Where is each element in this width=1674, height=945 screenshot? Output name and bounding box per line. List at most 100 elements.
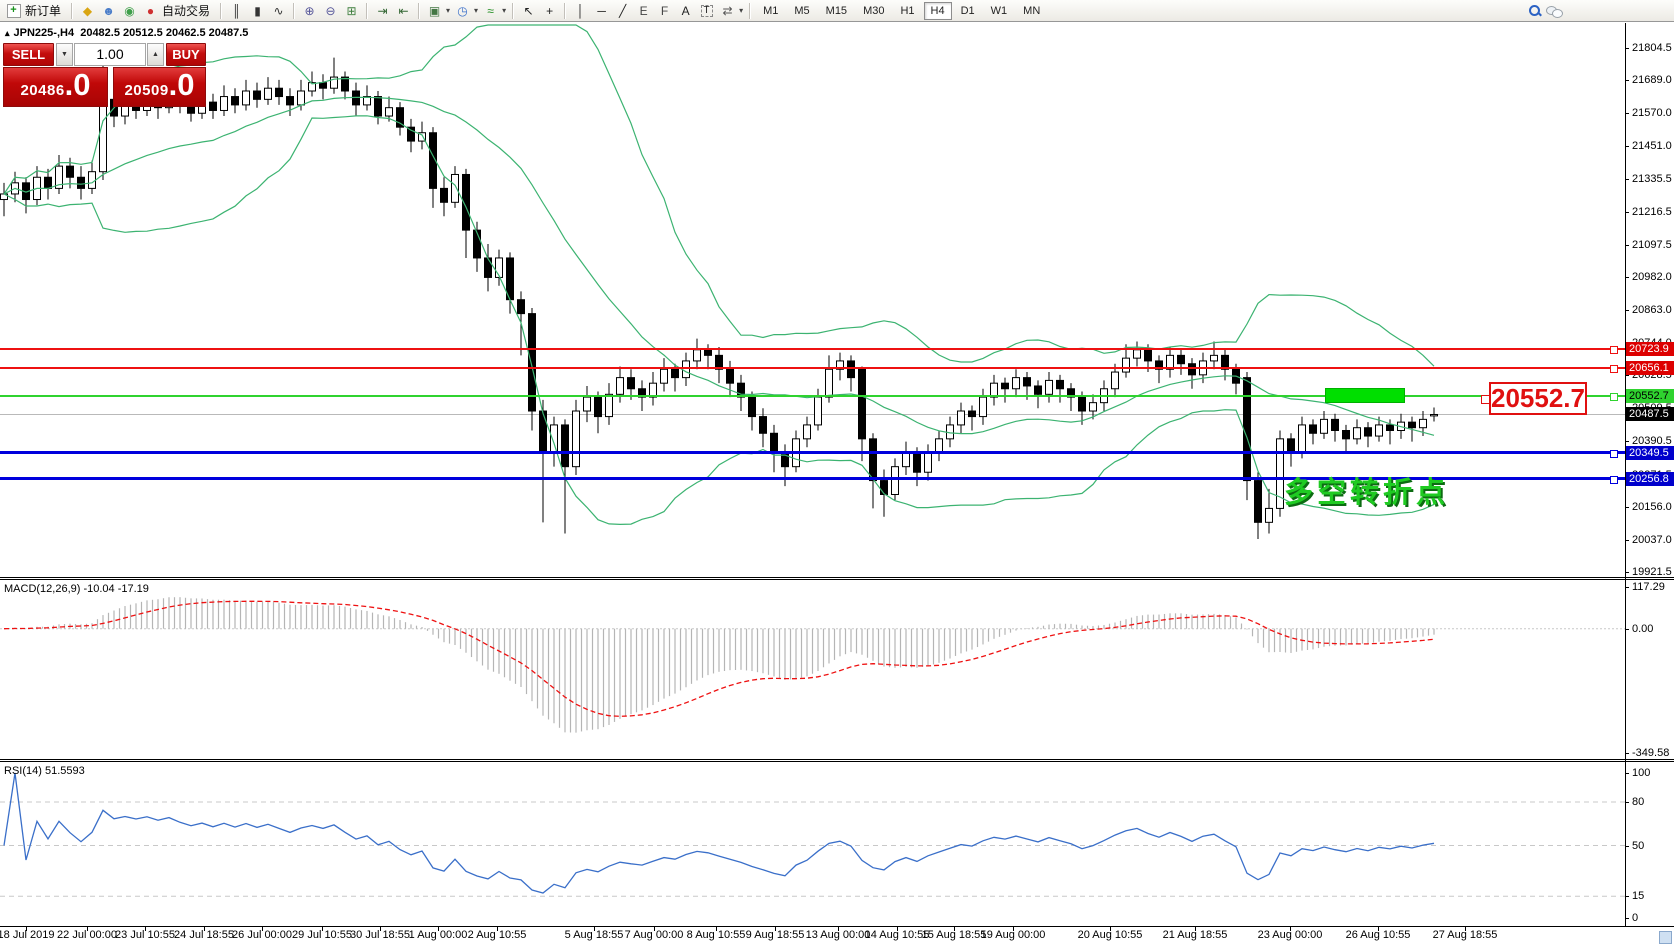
timeframe-button-m5[interactable]: M5: [787, 2, 816, 20]
line-handle[interactable]: [1610, 393, 1618, 401]
collapse-chart-icon[interactable]: ▴: [5, 28, 10, 38]
autotrading-button[interactable]: ●: [140, 1, 161, 21]
turning-point-annotation[interactable]: 多空转折点: [1284, 469, 1449, 511]
autotrading-button-label[interactable]: 自动交易: [162, 2, 210, 19]
trendline-button[interactable]: ╱: [612, 1, 633, 21]
toolbar-separator: [293, 3, 295, 19]
pane-separator[interactable]: [0, 577, 1674, 578]
text-button[interactable]: A: [675, 1, 696, 21]
auto-scroll-button[interactable]: ⇥: [372, 1, 393, 21]
indicators-button[interactable]: ≈: [480, 1, 501, 21]
search-button[interactable]: [1526, 2, 1544, 20]
volume-input[interactable]: 1.00: [74, 43, 146, 66]
price-axis-tick-label: 21804.5: [1632, 42, 1672, 54]
time-axis-border: [0, 926, 1674, 927]
toolbar-separator: [366, 3, 368, 19]
dropdown-caret-icon[interactable]: ▾: [474, 6, 478, 15]
volume-increase-button[interactable]: ▲: [147, 43, 164, 66]
timeframe-button-h4[interactable]: H4: [924, 2, 952, 20]
corner-badge: [1659, 931, 1672, 944]
line-handle[interactable]: [1610, 476, 1618, 484]
pane-separator[interactable]: [0, 759, 1674, 760]
price-line-label: 20723.9: [1626, 342, 1674, 356]
rsi-axis-tick-label: 15: [1632, 890, 1644, 902]
timeframe-button-mn[interactable]: MN: [1016, 2, 1047, 20]
equidistant-channel-button[interactable]: E: [633, 1, 654, 21]
crosshair-button[interactable]: +: [539, 1, 560, 21]
sell-price-display[interactable]: 20486.0: [3, 67, 108, 107]
price-axis-tick: [1625, 179, 1629, 180]
rsi-pane-canvas[interactable]: [0, 762, 1625, 925]
time-axis-label: 14 Aug 10:55: [865, 929, 930, 941]
timeframe-button-d1[interactable]: D1: [954, 2, 982, 20]
timeframe-button-w1[interactable]: W1: [984, 2, 1015, 20]
time-axis-label: 15 Aug 18:55: [922, 929, 987, 941]
price-line-label: 20552.7: [1626, 389, 1674, 403]
volume-decrease-button[interactable]: ▼: [56, 43, 73, 66]
price-axis-tick: [1625, 277, 1629, 278]
timeframe-button-m15[interactable]: M15: [819, 2, 854, 20]
symbol-label: JPN225-,H4: [14, 27, 75, 39]
vertical-line-button[interactable]: │: [570, 1, 591, 21]
pane-separator[interactable]: [0, 579, 1674, 580]
price-axis-tick-label: 20037.0: [1632, 534, 1672, 546]
big-price-textbox[interactable]: 20552.7: [1489, 382, 1587, 415]
period-button[interactable]: ◷: [452, 1, 473, 21]
chat-button[interactable]: [1544, 2, 1564, 20]
sell-price-main: 20486: [20, 82, 64, 99]
line-handle[interactable]: [1610, 450, 1618, 458]
candlestick-button[interactable]: ▮: [247, 1, 268, 21]
line-chart-button[interactable]: ∿: [268, 1, 289, 21]
new-chart-button[interactable]: ◆: [77, 1, 98, 21]
price-axis-tick: [1625, 375, 1629, 376]
fibonacci-button[interactable]: F: [654, 1, 675, 21]
rsi-axis-tick-label: 100: [1632, 767, 1650, 779]
rsi-axis-tick-label: 80: [1632, 796, 1644, 808]
rsi-axis-tick: [1625, 773, 1629, 774]
arrows-button[interactable]: ⇄: [717, 1, 738, 21]
price-line-label: 20349.5: [1626, 446, 1674, 460]
timeframe-button-h1[interactable]: H1: [893, 2, 921, 20]
line-handle[interactable]: [1610, 365, 1618, 373]
cursor-button[interactable]: ↖: [518, 1, 539, 21]
time-axis-label: 1 Aug 00:00: [409, 929, 468, 941]
macd-pane-canvas[interactable]: [0, 580, 1625, 758]
main-toolbar: +新订单◆☻◉●自动交易║▮∿⊕⊖⊞⇥⇤▣▾◷▾≈▾↖+│─╱EFAT⇄▾M1M…: [0, 0, 1674, 22]
sell-button[interactable]: SELL: [3, 43, 54, 66]
pane-separator[interactable]: [0, 761, 1674, 762]
dropdown-caret-icon[interactable]: ▾: [739, 6, 743, 15]
dropdown-caret-icon[interactable]: ▾: [502, 6, 506, 15]
new-order-button-label[interactable]: 新订单: [25, 2, 61, 19]
tile-windows-button[interactable]: ⊞: [341, 1, 362, 21]
label-button[interactable]: T: [696, 1, 717, 21]
horizontal-line-20349.5[interactable]: [0, 451, 1625, 454]
bar-chart-button[interactable]: ║: [226, 1, 247, 21]
new-order-button[interactable]: +: [3, 1, 24, 21]
time-axis-label: 13 Aug 00:00: [806, 929, 871, 941]
green-highlight-rectangle[interactable]: [1325, 388, 1405, 403]
rsi-axis-tick-label: 0: [1632, 912, 1638, 924]
profiles-button[interactable]: ☻: [98, 1, 119, 21]
time-axis-label: 21 Aug 18:55: [1163, 929, 1228, 941]
line-handle[interactable]: [1610, 346, 1618, 354]
buy-price-pips: .0: [169, 68, 195, 102]
chart-symbol-header[interactable]: ▴JPN225-,H4 20482.5 20512.5 20462.5 2048…: [5, 27, 248, 39]
horizontal-line-button[interactable]: ─: [591, 1, 612, 21]
buy-price-display[interactable]: 20509.0: [113, 67, 206, 107]
price-axis-tick-label: 21097.5: [1632, 239, 1672, 251]
zoom-in-button[interactable]: ⊕: [299, 1, 320, 21]
horizontal-line-20656.1[interactable]: [0, 367, 1625, 369]
chart-shift-button[interactable]: ⇤: [393, 1, 414, 21]
buy-button[interactable]: BUY: [166, 43, 206, 66]
timeframe-button-m1[interactable]: M1: [756, 2, 785, 20]
timeframe-button-m30[interactable]: M30: [856, 2, 891, 20]
horizontal-line-20723.9[interactable]: [0, 348, 1625, 350]
buy-price-main: 20509: [124, 82, 168, 99]
market-watch-button[interactable]: ◉: [119, 1, 140, 21]
zoom-out-button[interactable]: ⊖: [320, 1, 341, 21]
price-axis-tick: [1625, 113, 1629, 114]
macd-axis-tick-label: -349.58: [1632, 747, 1669, 759]
price-axis-tick: [1625, 146, 1629, 147]
dropdown-caret-icon[interactable]: ▾: [446, 6, 450, 15]
new-window-button[interactable]: ▣: [424, 1, 445, 21]
